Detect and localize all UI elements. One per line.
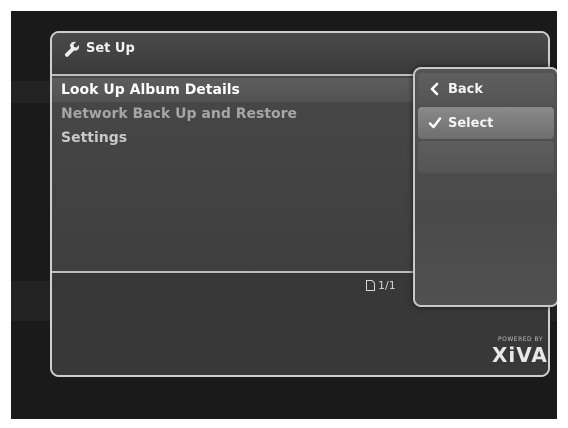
context-menu: Back Select	[413, 67, 557, 307]
back-label: Back	[448, 81, 484, 97]
back-button[interactable]: Back	[418, 73, 554, 105]
chevron-left-icon	[430, 82, 439, 96]
select-label: Select	[448, 115, 494, 131]
window-title: Set Up	[86, 41, 135, 56]
wrench-icon	[64, 41, 80, 57]
page-indicator: 1/1	[366, 279, 396, 292]
page-icon	[366, 280, 375, 291]
tv-screen: Set Up Look Up Album Details Network Bac…	[11, 11, 557, 419]
xiva-logo: XiVA	[492, 343, 548, 367]
powered-by-label: POWERED BY	[498, 336, 544, 343]
checkmark-icon	[428, 117, 442, 129]
page-count: 1/1	[378, 279, 396, 292]
select-button[interactable]: Select	[418, 107, 554, 139]
empty-menu-item[interactable]	[418, 141, 554, 173]
